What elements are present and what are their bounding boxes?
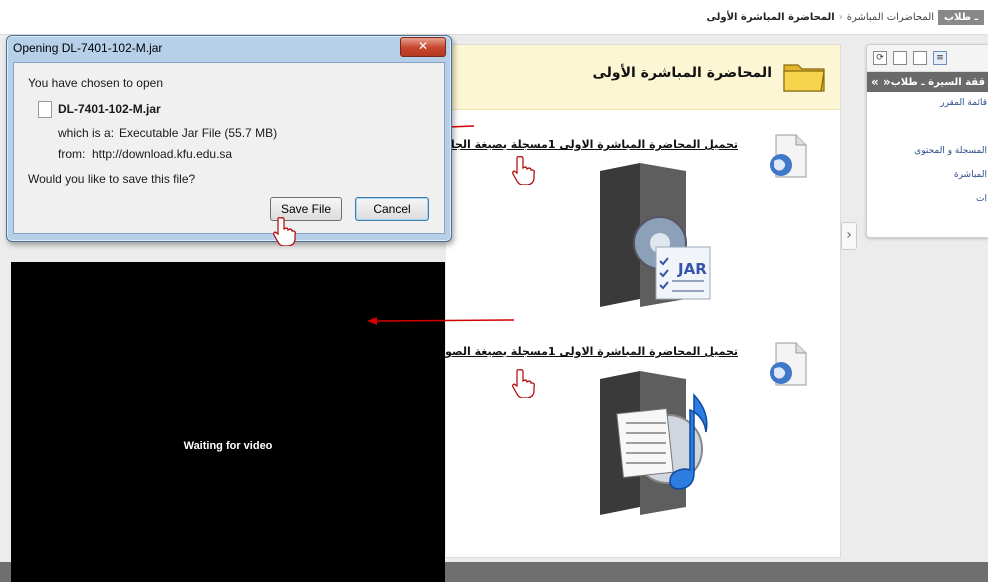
breadcrumb-item[interactable]: المحاضرات المباشرة bbox=[847, 12, 934, 23]
sidebar-link[interactable] bbox=[869, 120, 987, 144]
sidebar-toolbar: ⟳ ≡ bbox=[867, 45, 988, 72]
breadcrumb-tab[interactable]: ـ طلاب bbox=[938, 9, 984, 25]
folder-icon bbox=[783, 64, 825, 92]
file-source-value: http://download.kfu.edu.sa bbox=[92, 147, 233, 161]
cancel-button[interactable]: Cancel bbox=[355, 197, 429, 221]
refresh-icon[interactable]: ⟳ bbox=[873, 51, 887, 65]
hand-cursor-icon bbox=[273, 217, 296, 246]
dialog-filename: DL-7401-102-M.jar bbox=[58, 102, 161, 116]
breadcrumb-current: المحاضرة المباشرة الأولى bbox=[706, 11, 835, 23]
sidebar-links: قائمة المقرر المسجلة و المحتوى المباشرة … bbox=[867, 92, 988, 220]
sidebar-header-arrows-icon[interactable]: « » bbox=[871, 75, 891, 89]
download-dialog: Opening DL-7401-102-M.jar ✕ You have cho… bbox=[6, 35, 452, 246]
page-title: المحاضرة المباشرة الأولى bbox=[592, 65, 772, 81]
dialog-titlebar[interactable]: Opening DL-7401-102-M.jar ✕ bbox=[7, 36, 451, 60]
download-audio-link[interactable]: تحميل المحاضرة المباشرة الاولى 1مسجلة بص… bbox=[434, 345, 738, 358]
dialog-title: Opening DL-7401-102-M.jar bbox=[13, 41, 163, 55]
web-page-icon bbox=[770, 134, 807, 178]
hand-cursor-icon bbox=[512, 156, 535, 185]
breadcrumb-separator: ‹ bbox=[838, 11, 843, 23]
sidebar-link[interactable]: المباشرة bbox=[869, 168, 987, 192]
sidebar-link[interactable]: قائمة المقرر bbox=[869, 96, 987, 120]
close-button[interactable]: ✕ bbox=[400, 37, 446, 57]
file-source-label: from: bbox=[58, 147, 86, 161]
video-player[interactable]: Waiting for video bbox=[11, 262, 445, 582]
window-icon[interactable] bbox=[893, 51, 907, 65]
file-icon bbox=[38, 101, 52, 118]
breadcrumb: ـ طلاب المحاضرات المباشرة ‹ المحاضرة الم… bbox=[706, 8, 984, 26]
audio-package-icon bbox=[600, 371, 708, 515]
web-page-icon bbox=[770, 342, 807, 386]
sidebar-link[interactable]: ات bbox=[869, 192, 987, 216]
dialog-question: Would you like to save this file? bbox=[28, 172, 196, 186]
list-view-icon[interactable]: ≡ bbox=[933, 51, 947, 65]
sidebar-link[interactable]: المسجلة و المحتوى bbox=[869, 144, 987, 168]
sidebar-collapse-button[interactable]: › bbox=[841, 222, 857, 250]
jar-package-icon: JAR bbox=[600, 163, 711, 307]
dialog-intro: You have chosen to open bbox=[28, 76, 164, 90]
file-type-value: Executable Jar File (55.7 MB) bbox=[119, 126, 278, 140]
course-sidebar: ⟳ ≡ ققة السيرة ـ طلاب « » قائمة المقرر ا… bbox=[866, 44, 988, 238]
sidebar-header: ققة السيرة ـ طلاب « » bbox=[867, 72, 988, 92]
jar-label: JAR bbox=[677, 260, 707, 278]
file-type-label: which is a: bbox=[58, 126, 115, 140]
download-java-link[interactable]: تحميل المحاضرة المباشرة الاولى 1مسجلة بص… bbox=[439, 138, 738, 151]
folder-view-icon[interactable] bbox=[913, 51, 927, 65]
content-header: المحاضرة المباشرة الأولى bbox=[446, 45, 840, 110]
content-panel: المحاضرة المباشرة الأولى تحميل المحاضرة … bbox=[434, 44, 841, 558]
video-status-text: Waiting for video bbox=[183, 440, 273, 452]
top-bar: ـ طلاب المحاضرات المباشرة ‹ المحاضرة الم… bbox=[0, 0, 988, 35]
sidebar-header-label: ققة السيرة ـ طلاب bbox=[890, 76, 985, 88]
hand-cursor-icon bbox=[512, 369, 535, 398]
